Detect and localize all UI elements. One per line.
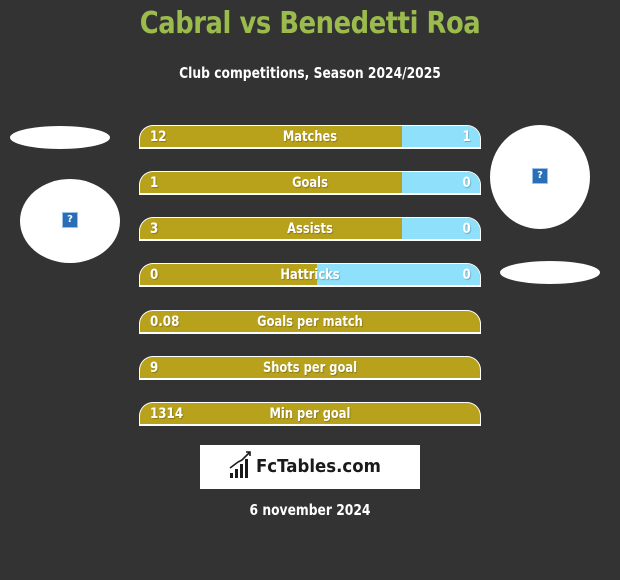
fctables-logo[interactable]: FcTables.com [200, 445, 420, 489]
left-value: 1 [150, 175, 159, 191]
left-value: 3 [150, 221, 159, 237]
page-subtitle: Club competitions, Season 2024/2025 [179, 64, 441, 82]
page-title: Cabral vs Benedetti Roa [139, 6, 481, 41]
right-value: 1 [462, 129, 471, 145]
stat-label: Matches [282, 129, 338, 145]
left-player-photo: ? [20, 179, 120, 263]
left-value: 9 [150, 360, 159, 376]
missing-image-icon: ? [62, 212, 78, 228]
stat-label: Assists [287, 221, 333, 237]
left-value: 0 [150, 267, 159, 283]
left-player-name-placeholder [10, 126, 110, 149]
right-player-photo: ? [490, 125, 590, 229]
stat-label: Goals per match [257, 314, 363, 330]
stat-row-goals: 1 Goals 0 [139, 171, 481, 195]
logo-text: FcTables.com [256, 456, 381, 477]
stat-row-goals-per-match: 0.08 Goals per match [139, 310, 481, 334]
stat-row-assists: 3 Assists 0 [139, 217, 481, 241]
report-date: 6 november 2024 [249, 501, 371, 519]
bar-chart-growth-icon [229, 451, 251, 478]
right-value: 0 [462, 221, 471, 237]
stat-row-matches: 12 Matches 1 [139, 125, 481, 149]
right-value: 0 [462, 267, 471, 283]
stat-label: Goals [292, 175, 328, 191]
right-player-name-placeholder [500, 261, 600, 284]
left-value: 12 [150, 129, 167, 145]
stat-row-shots-per-goal: 9 Shots per goal [139, 356, 481, 380]
stat-label: Min per goal [269, 406, 351, 422]
stat-row-min-per-goal: 1314 Min per goal [139, 402, 481, 426]
missing-image-icon: ? [532, 168, 548, 184]
stat-row-hattricks: 0 Hattricks 0 [139, 263, 481, 287]
stat-label: Hattricks [280, 267, 340, 283]
stat-label: Shots per goal [262, 360, 358, 376]
right-value: 0 [462, 175, 471, 191]
